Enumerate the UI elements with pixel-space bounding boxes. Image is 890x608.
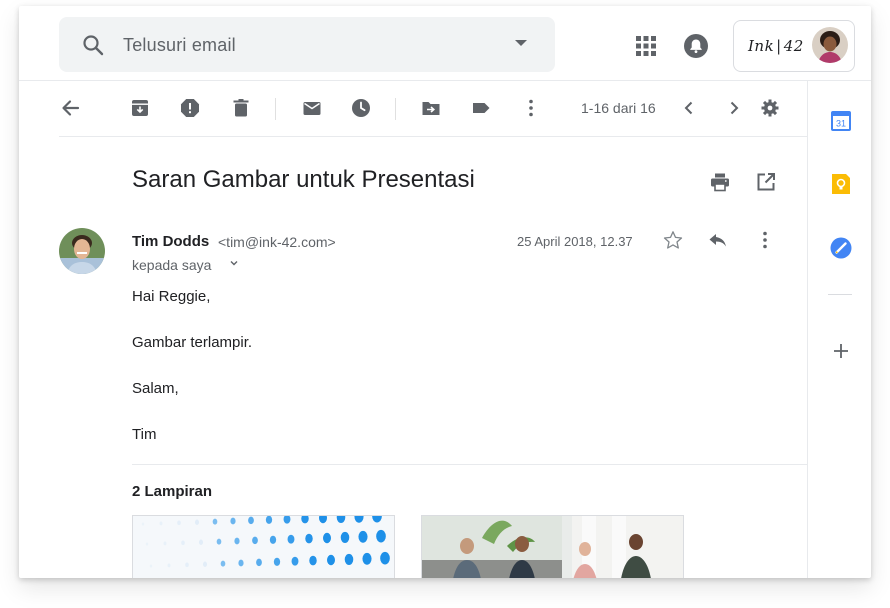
more-vert-icon[interactable] [754, 229, 776, 251]
decorative-dot [344, 553, 354, 565]
avatar[interactable] [812, 27, 848, 63]
sender-name[interactable]: Tim Dodds [132, 233, 209, 250]
decorative-dot [256, 558, 262, 567]
move-to-icon[interactable] [420, 97, 442, 119]
add-icon[interactable] [829, 339, 853, 363]
reply-icon[interactable] [707, 229, 729, 251]
decorative-dot [327, 554, 335, 566]
email-body-line: Hai Reggie, [132, 288, 211, 305]
apps-icon[interactable] [636, 36, 656, 56]
calendar-icon[interactable]: 31 [829, 109, 853, 133]
recipient-label[interactable]: kepada saya [132, 257, 211, 273]
chevron-right-icon[interactable] [723, 97, 745, 119]
print-icon[interactable] [709, 171, 731, 193]
decorative-dot [202, 561, 208, 567]
attachment-thumbnail[interactable] [132, 515, 395, 578]
decorative-dot [305, 533, 313, 544]
search-icon[interactable] [81, 33, 105, 57]
email-subject: Saran Gambar untuk Presentasi [132, 166, 475, 193]
decorative-dot [212, 518, 218, 525]
back-arrow-icon[interactable] [59, 97, 81, 119]
toolbar-divider [395, 98, 396, 120]
search-bar[interactable]: Telusuri email [59, 17, 555, 72]
decorative-dot [287, 534, 295, 544]
decorative-dot [159, 521, 163, 526]
decorative-dot [220, 560, 226, 567]
decorative-dot [141, 522, 145, 526]
tasks-icon[interactable] [829, 236, 853, 260]
star-icon[interactable] [662, 229, 684, 251]
keep-icon[interactable] [829, 172, 853, 196]
decorative-dot [230, 517, 236, 525]
decorative-dot [273, 557, 281, 566]
decorative-dot [265, 516, 273, 524]
snooze-icon[interactable] [350, 97, 372, 119]
more-vert-icon[interactable] [520, 97, 542, 119]
decorative-dot [362, 552, 372, 565]
account-switcher[interactable]: Ink | 42 [733, 20, 855, 72]
decorative-dot [323, 532, 331, 544]
label-icon[interactable] [470, 97, 492, 119]
decorative-dot [149, 564, 153, 568]
report-spam-icon[interactable] [179, 97, 201, 119]
attachments-divider [132, 464, 807, 465]
decorative-dot [163, 541, 167, 546]
decorative-dot [177, 520, 181, 526]
decorative-dot [340, 531, 350, 543]
mark-unread-icon[interactable] [301, 97, 323, 119]
archive-icon[interactable] [129, 97, 151, 119]
decorative-dot [185, 562, 189, 568]
notification-bell-icon[interactable] [683, 33, 709, 59]
top-bar: Telusuri email Ink | 42 [19, 6, 871, 81]
decorative-dot [234, 537, 240, 545]
message-toolbar: 1-16 dari 16 [59, 81, 807, 137]
decorative-dot [238, 559, 244, 567]
decorative-dot [198, 539, 204, 545]
decorative-dot [380, 551, 390, 565]
email-body-line: Salam, [132, 380, 179, 397]
settings-icon[interactable] [759, 97, 781, 119]
attachments-title: 2 Lampiran [132, 483, 213, 500]
email-body-line: Tim [132, 426, 157, 443]
decorative-dot [167, 563, 171, 568]
decorative-dot [269, 535, 277, 544]
decorative-dot [216, 538, 222, 545]
decorative-dot [376, 529, 386, 543]
toolbar-divider [275, 98, 276, 120]
decorative-dot [291, 556, 299, 566]
search-input[interactable]: Telusuri email [123, 35, 236, 56]
decorative-dot [194, 519, 200, 525]
sender-avatar[interactable] [59, 228, 105, 274]
email-date: 25 April 2018, 12.37 [517, 234, 633, 249]
chevron-left-icon[interactable] [678, 97, 700, 119]
decorative-dot [309, 555, 317, 566]
gmail-window: Telusuri email Ink | 42 1-16 dari 16 31 … [19, 6, 871, 578]
decorative-dot [252, 536, 258, 545]
email-body-line: Gambar terlampir. [132, 334, 253, 351]
side-panel-divider [828, 294, 852, 295]
decorative-dot [181, 540, 185, 546]
pagination-label: 1-16 dari 16 [581, 100, 656, 116]
delete-icon[interactable] [230, 97, 252, 119]
brand-logo: Ink | 42 [748, 37, 804, 55]
chevron-down-icon[interactable] [229, 258, 239, 268]
calendar-day-label: 31 [836, 119, 846, 129]
decorative-dot [145, 542, 149, 546]
open-in-new-icon[interactable] [755, 171, 777, 193]
side-panel: 31 [807, 81, 871, 578]
decorative-dot [248, 516, 254, 525]
decorative-dot [358, 530, 368, 543]
search-options-caret-icon[interactable] [515, 40, 527, 46]
attachment-thumbnail[interactable] [421, 515, 684, 578]
sender-email: <tim@ink-42.com> [218, 234, 336, 250]
